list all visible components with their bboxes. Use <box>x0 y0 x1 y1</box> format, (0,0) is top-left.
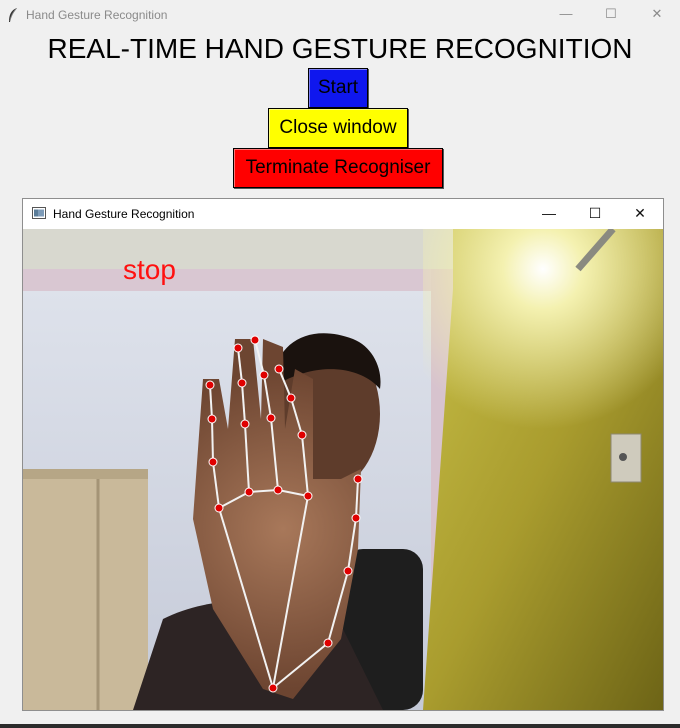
taskbar-edge <box>0 724 680 728</box>
app-title: Hand Gesture Recognition <box>26 8 168 22</box>
minimize-button[interactable]: — <box>543 0 589 30</box>
hand-landmark-16 <box>250 335 260 345</box>
gesture-label: stop <box>123 254 176 285</box>
door-frame <box>23 269 453 291</box>
hand-landmark-7 <box>207 414 217 424</box>
hand-landmark-11 <box>237 378 247 388</box>
feather-icon <box>9 8 17 22</box>
camera-close-button[interactable]: ✕ <box>617 199 663 229</box>
window-icon <box>32 207 46 219</box>
camera-maximize-button[interactable]: ☐ <box>572 199 618 229</box>
hand-landmark-20 <box>274 364 284 374</box>
camera-frame: stop <box>23 229 663 710</box>
camera-window-titlebar[interactable]: Hand Gesture Recognition — ☐ ✕ <box>23 199 663 229</box>
switch-dot <box>619 453 627 461</box>
camera-window-title: Hand Gesture Recognition <box>53 207 195 221</box>
hand-landmark-9 <box>244 487 254 497</box>
maximize-button[interactable]: ☐ <box>588 0 634 30</box>
hand-connection-6 <box>211 418 214 463</box>
app-titlebar: Hand Gesture Recognition — ☐ ✕ <box>0 0 680 30</box>
cupboard <box>23 469 148 710</box>
hand-landmark-12 <box>233 343 243 353</box>
hand-landmark-18 <box>297 430 307 440</box>
hand-landmark-3 <box>351 513 361 523</box>
hand-landmark-6 <box>208 457 218 467</box>
hand-landmark-13 <box>273 485 283 495</box>
hand-landmark-2 <box>343 566 353 576</box>
cupboard-shelf <box>23 469 148 479</box>
page-title: REAL-TIME HAND GESTURE RECOGNITION <box>47 33 633 64</box>
hand-landmark-17 <box>303 491 313 501</box>
hand-landmark-15 <box>259 370 269 380</box>
hand-landmark-14 <box>266 413 276 423</box>
hand-landmark-4 <box>353 474 363 484</box>
lamp-glow <box>423 229 663 429</box>
hand-landmark-0 <box>268 683 278 693</box>
start-button[interactable]: Start <box>308 68 368 108</box>
camera-feed: stop <box>23 229 663 710</box>
hand-landmark-10 <box>240 419 250 429</box>
hand-landmark-8 <box>205 380 215 390</box>
close-button[interactable]: ✕ <box>634 0 680 30</box>
hand-landmark-1 <box>323 638 333 648</box>
terminate-recogniser-button[interactable]: Terminate Recogniser <box>233 148 443 188</box>
hand-landmark-19 <box>286 393 296 403</box>
camera-minimize-button[interactable]: — <box>526 199 572 229</box>
close-window-button[interactable]: Close window <box>268 108 408 148</box>
camera-window[interactable]: Hand Gesture Recognition — ☐ ✕ stop <box>22 198 664 711</box>
hand-landmark-5 <box>214 503 224 513</box>
